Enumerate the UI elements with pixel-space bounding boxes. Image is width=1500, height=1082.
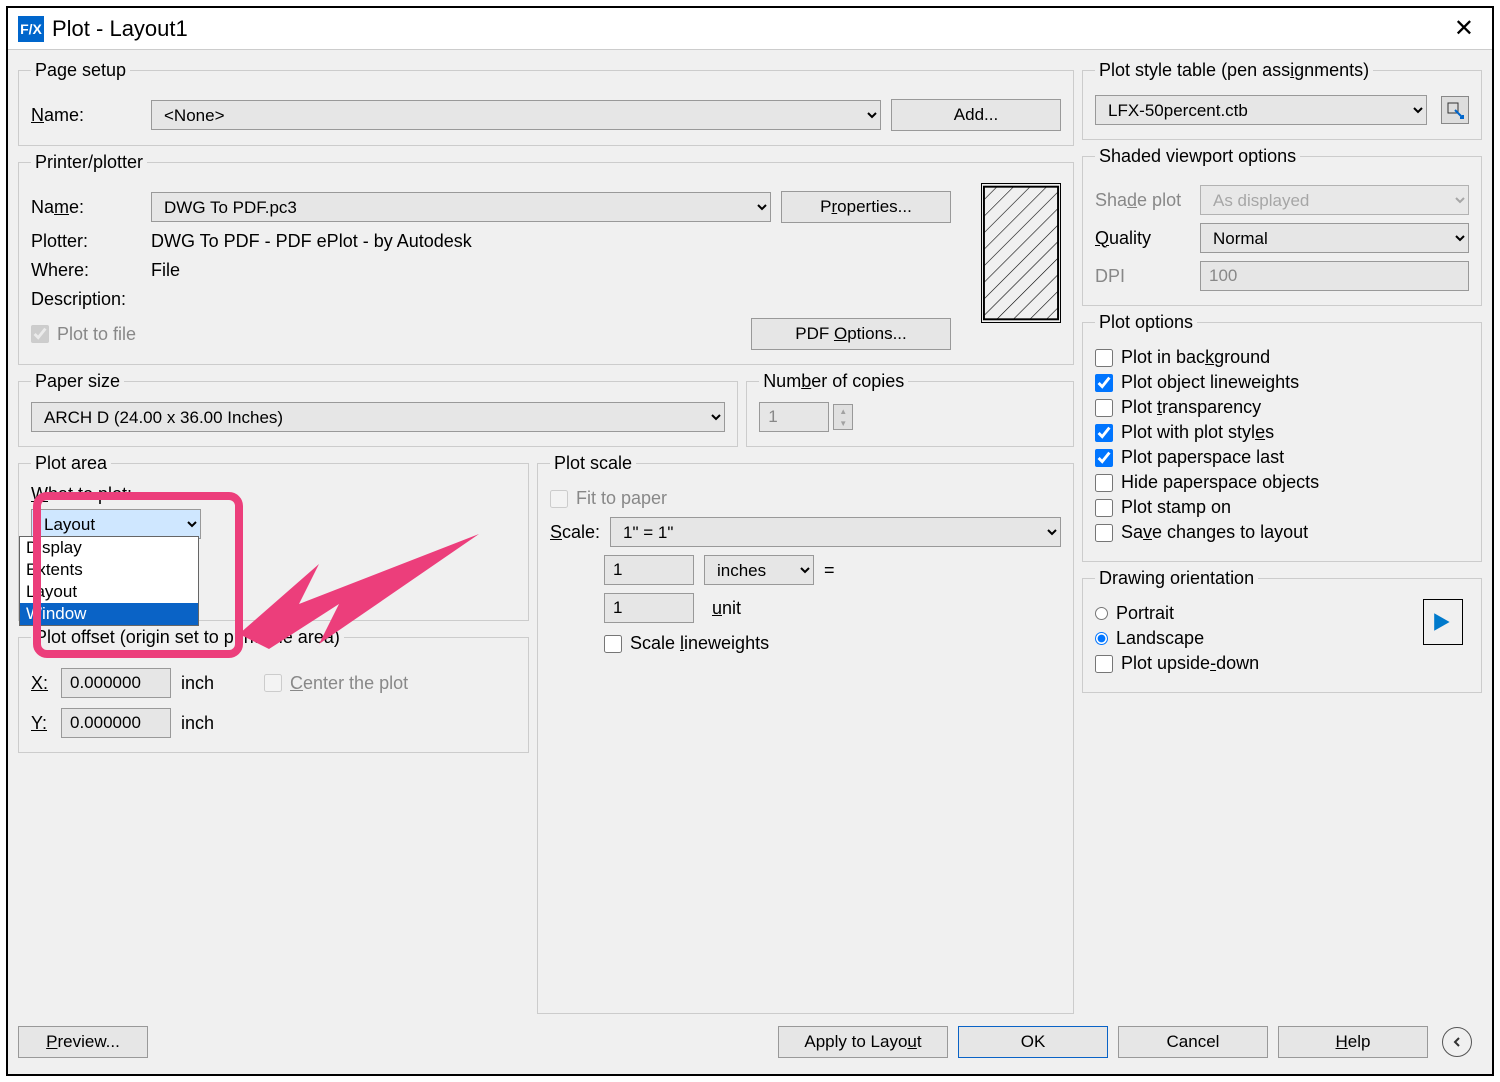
opt-transparency[interactable]: Plot transparency (1095, 397, 1469, 418)
plot-area-group: Plot area What to plot: Layout Display E… (18, 453, 529, 621)
apply-to-layout-button[interactable]: Apply to Layout (778, 1026, 948, 1058)
x-offset-input[interactable] (61, 668, 171, 698)
opt-save-changes[interactable]: Save changes to layout (1095, 522, 1469, 543)
copies-spinner: ▲▼ (833, 404, 853, 430)
equals-label: = (824, 560, 835, 581)
opt-hide-paperspace[interactable]: Hide paperspace objects (1095, 472, 1469, 493)
what-to-plot-label: What to plot: (31, 484, 516, 505)
where-value: File (151, 260, 180, 281)
y-offset-input[interactable] (61, 708, 171, 738)
plot-to-file-check: Plot to file (31, 324, 136, 345)
dropdown-option-window[interactable]: Window (20, 603, 198, 625)
plot-scale-group: Plot scale Fit to paper Scale: 1" = 1" i… (537, 453, 1074, 1014)
titlebar: F/X Plot - Layout1 ✕ (8, 8, 1492, 49)
what-to-plot-dropdown[interactable]: Display Extents Layout Window (19, 536, 199, 626)
plot-offset-legend: Plot offset (origin set to printable are… (31, 627, 344, 648)
x-label: X: (31, 673, 51, 694)
center-plot-check: Center the plot (264, 673, 408, 694)
pdf-options-button[interactable]: PDF Options... (751, 318, 951, 350)
opt-plot-styles[interactable]: Plot with plot styles (1095, 422, 1469, 443)
dpi-label: DPI (1095, 266, 1190, 287)
orientation-preview-icon (1423, 599, 1463, 645)
orientation-group: Drawing orientation Portrait Landscape P… (1082, 568, 1482, 693)
pagesetup-name-label: Name: (31, 105, 141, 126)
portrait-radio[interactable]: Portrait (1095, 603, 1423, 624)
plot-offset-group: Plot offset (origin set to printable are… (18, 627, 529, 753)
copies-group: Number of copies ▲▼ (746, 371, 1074, 447)
dpi-input (1200, 261, 1469, 291)
plot-style-legend: Plot style table (pen assignments) (1095, 60, 1373, 81)
upside-down-check[interactable]: Plot upside-down (1095, 653, 1423, 674)
plot-options-legend: Plot options (1095, 312, 1197, 333)
copies-legend: Number of copies (759, 371, 908, 392)
plot-area-legend: Plot area (31, 453, 111, 474)
copies-input (759, 402, 829, 432)
dropdown-option-layout[interactable]: Layout (20, 581, 198, 603)
unit-label: unit (704, 598, 814, 619)
page-setup-group: Page setup Name: <None> Add... (18, 60, 1074, 146)
opt-lineweights[interactable]: Plot object lineweights (1095, 372, 1469, 393)
window-title: Plot - Layout1 (52, 16, 188, 42)
paper-size-select[interactable]: ARCH D (24.00 x 36.00 Inches) (31, 402, 725, 432)
printer-name-label: Name: (31, 197, 141, 218)
description-label: Description: (31, 289, 141, 310)
close-icon[interactable]: ✕ (1446, 14, 1482, 43)
page-setup-legend: Page setup (31, 60, 130, 81)
plot-scale-legend: Plot scale (550, 453, 636, 474)
dropdown-option-display[interactable]: Display (20, 537, 198, 559)
fit-to-paper-check: Fit to paper (550, 488, 1061, 509)
scale-select[interactable]: 1" = 1" (610, 517, 1061, 547)
collapse-panel-icon[interactable] (1442, 1027, 1472, 1057)
y-label: Y: (31, 713, 51, 734)
shade-plot-label: Shade plot (1095, 190, 1190, 211)
orientation-legend: Drawing orientation (1095, 568, 1258, 589)
y-unit: inch (181, 713, 214, 734)
help-button[interactable]: Help (1278, 1026, 1428, 1058)
ok-button[interactable]: OK (958, 1026, 1108, 1058)
scale-label: Scale: (550, 522, 600, 543)
plotter-label: Plotter: (31, 231, 141, 252)
x-unit: inch (181, 673, 214, 694)
dropdown-option-extents[interactable]: Extents (20, 559, 198, 581)
plot-options-group: Plot options Plot in background Plot obj… (1082, 312, 1482, 562)
fit-to-paper-checkbox (550, 490, 568, 508)
plot-to-file-checkbox (31, 325, 49, 343)
quality-label: Quality (1095, 228, 1190, 249)
printer-legend: Printer/plotter (31, 152, 147, 173)
plot-dialog: F/X Plot - Layout1 ✕ Page setup Name: <N… (6, 6, 1494, 1076)
fx-logo-icon: F/X (18, 16, 44, 42)
dialog-footer: Preview... Apply to Layout OK Cancel Hel… (18, 1020, 1482, 1064)
landscape-radio[interactable]: Landscape (1095, 628, 1423, 649)
paper-preview-icon (981, 183, 1061, 323)
cancel-button[interactable]: Cancel (1118, 1026, 1268, 1058)
printer-group: Printer/plotter Name: DWG To PDF.pc3 Pro… (18, 152, 1074, 365)
plotter-value: DWG To PDF - PDF ePlot - by Autodesk (151, 231, 472, 252)
scale-num-input[interactable] (604, 555, 694, 585)
shade-plot-select: As displayed (1200, 185, 1469, 215)
printer-name-select[interactable]: DWG To PDF.pc3 (151, 192, 771, 222)
center-plot-checkbox (264, 674, 282, 692)
edit-style-icon[interactable] (1441, 96, 1469, 124)
scale-lineweights-check[interactable]: Scale lineweights (604, 633, 1061, 654)
shaded-legend: Shaded viewport options (1095, 146, 1300, 167)
scale-lineweights-checkbox[interactable] (604, 635, 622, 653)
plot-style-group: Plot style table (pen assignments) LFX-5… (1082, 60, 1482, 140)
opt-plot-stamp[interactable]: Plot stamp on (1095, 497, 1469, 518)
opt-paperspace-last[interactable]: Plot paperspace last (1095, 447, 1469, 468)
preview-button[interactable]: Preview... (18, 1026, 148, 1058)
paper-size-legend: Paper size (31, 371, 124, 392)
add-button[interactable]: Add... (891, 99, 1061, 131)
pagesetup-name-select[interactable]: <None> (151, 100, 881, 130)
scale-den-input[interactable] (604, 593, 694, 623)
plot-style-select[interactable]: LFX-50percent.ctb (1095, 95, 1427, 125)
where-label: Where: (31, 260, 141, 281)
properties-button[interactable]: Properties... (781, 191, 951, 223)
what-to-plot-select[interactable]: Layout (31, 509, 201, 539)
scale-unit-select[interactable]: inches (704, 555, 814, 585)
opt-plot-background[interactable]: Plot in background (1095, 347, 1469, 368)
paper-size-group: Paper size ARCH D (24.00 x 36.00 Inches) (18, 371, 738, 447)
quality-select[interactable]: Normal (1200, 223, 1469, 253)
shaded-viewport-group: Shaded viewport options Shade plot As di… (1082, 146, 1482, 306)
